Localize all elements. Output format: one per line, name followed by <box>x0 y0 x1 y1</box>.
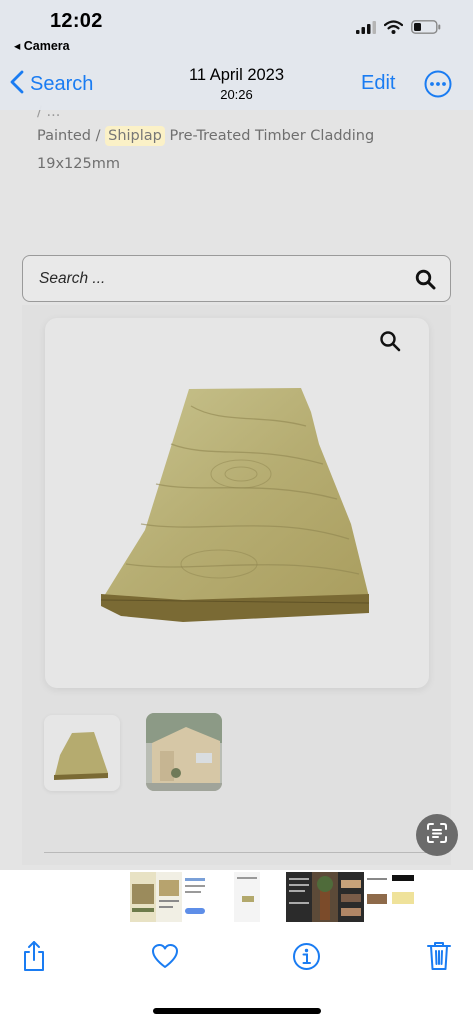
strip-thumbnail[interactable] <box>234 872 260 922</box>
product-image-card <box>45 318 429 688</box>
strip-thumbnail[interactable] <box>390 872 416 922</box>
product-size: 19x125mm <box>37 156 120 172</box>
web-search-box: Search ... <box>22 255 451 302</box>
cellular-signal-icon <box>356 20 376 39</box>
photo-viewer[interactable]: / ... Painted / Shiplap Pre-Treated Timb… <box>0 0 473 870</box>
heart-icon <box>151 944 179 973</box>
status-time: 12:02 <box>50 10 103 32</box>
top-navigation-bar: 12:02 ◂ Camera Search 11 April 2023 20:2… <box>0 0 473 110</box>
back-to-camera-link[interactable]: ◂ Camera <box>14 38 70 53</box>
strip-thumbnail[interactable] <box>364 872 390 922</box>
wifi-icon <box>383 20 404 39</box>
bottom-toolbar <box>0 930 473 990</box>
home-indicator[interactable] <box>153 1008 321 1014</box>
magnifier-icon <box>415 269 436 295</box>
photo-time: 20:26 <box>220 87 253 102</box>
web-search-placeholder: Search ... <box>39 270 106 287</box>
live-text-icon <box>425 821 449 850</box>
strip-thumbnail[interactable] <box>130 872 156 922</box>
gallery-thumbnail-shed <box>146 713 222 791</box>
share-icon <box>21 941 47 976</box>
zoom-icon <box>379 330 401 357</box>
strip-thumbnail[interactable] <box>312 872 338 922</box>
trash-icon <box>426 942 452 975</box>
gallery-thumbnail-board <box>44 715 120 791</box>
live-text-button[interactable] <box>416 814 458 856</box>
strip-thumbnail[interactable] <box>286 872 312 922</box>
strip-thumbnail[interactable] <box>182 872 208 922</box>
strip-thumbnail[interactable] <box>338 872 364 922</box>
status-icons <box>356 20 441 39</box>
strip-thumbnail[interactable] <box>260 872 286 922</box>
delete-button[interactable] <box>426 940 452 976</box>
strip-thumbnail[interactable] <box>156 872 182 922</box>
highlighted-term: Shiplap <box>105 126 165 146</box>
product-title-post: Pre-Treated Timber Cladding <box>164 128 375 144</box>
product-title: / ... Painted / Shiplap Pre-Treated Timb… <box>37 104 437 178</box>
edit-button[interactable]: Edit <box>361 72 395 95</box>
strip-thumbnail[interactable] <box>208 872 234 922</box>
photo-date: 11 April 2023 <box>188 66 285 84</box>
timber-board-image <box>101 388 370 622</box>
content-divider <box>44 852 429 853</box>
share-button[interactable] <box>21 940 47 977</box>
more-button[interactable] <box>424 70 452 103</box>
info-button[interactable] <box>292 942 321 976</box>
info-icon <box>292 943 321 975</box>
product-title-pre: Painted / <box>37 128 106 144</box>
ellipsis-circle-icon <box>424 70 452 102</box>
battery-icon <box>411 20 441 39</box>
favorite-button[interactable] <box>151 943 179 974</box>
thumbnail-strip[interactable] <box>130 872 416 922</box>
